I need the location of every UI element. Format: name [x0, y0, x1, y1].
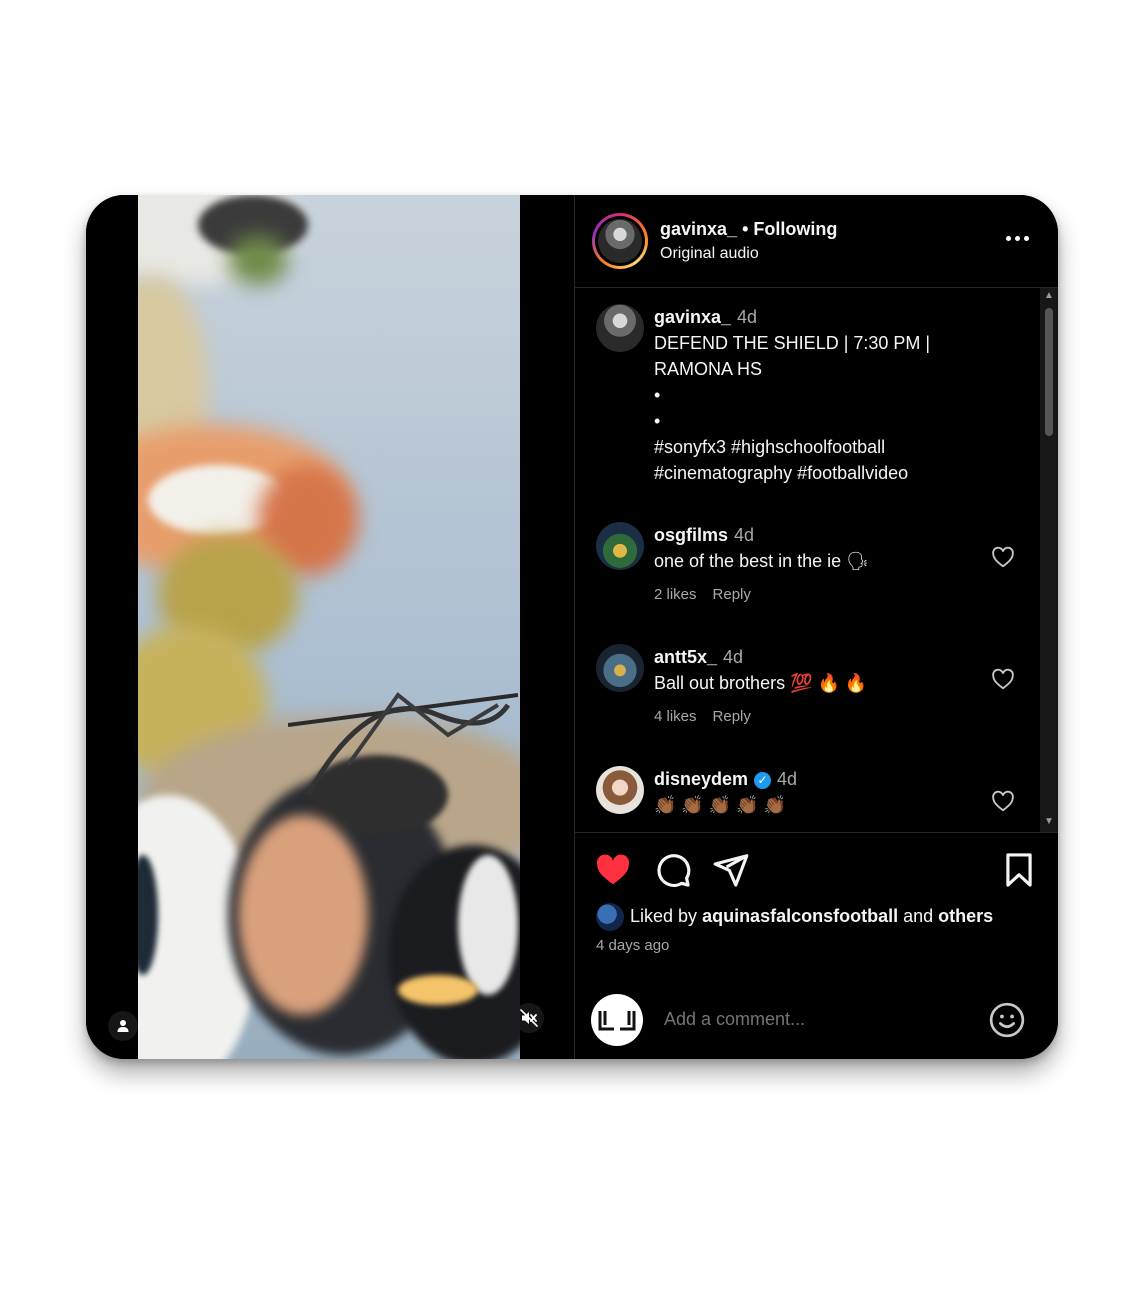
- commenter-avatar[interactable]: [596, 644, 644, 692]
- following-status[interactable]: • Following: [742, 219, 837, 239]
- caption-bullet: •: [654, 411, 661, 431]
- comment-likes[interactable]: 4 likes: [654, 708, 697, 725]
- caption-username[interactable]: gavinxa_: [654, 307, 731, 327]
- comment-text: Ball out brothers 💯 🔥 🔥: [654, 673, 868, 693]
- add-comment-bar: [574, 982, 1058, 1059]
- comment-like-icon[interactable]: [990, 788, 1016, 814]
- comment-time: 4d: [777, 769, 798, 789]
- caption-time: 4d: [737, 307, 758, 327]
- post-timestamp[interactable]: 4 days ago: [596, 937, 669, 954]
- liker-avatar[interactable]: [596, 903, 624, 931]
- commenter-username[interactable]: antt5x_: [654, 647, 717, 667]
- scrollbar-thumb[interactable]: [1045, 308, 1053, 436]
- comment-item: antt5x_ 4d Ball out brothers 💯 🔥 🔥 4 like…: [596, 644, 1026, 744]
- liked-by-others[interactable]: others: [938, 906, 993, 926]
- scroll-down-icon[interactable]: ▼: [1044, 817, 1054, 827]
- author-avatar[interactable]: [598, 219, 642, 263]
- smiley-icon[interactable]: [988, 1001, 1026, 1039]
- reply-button[interactable]: Reply: [713, 708, 751, 725]
- original-audio-link[interactable]: Original audio: [660, 245, 759, 263]
- more-options-button[interactable]: [1006, 231, 1032, 245]
- liked-by: Liked by aquinasfalconsfootball and othe…: [596, 903, 993, 931]
- story-ring[interactable]: [592, 213, 648, 269]
- scroll-up-icon[interactable]: ▲: [1044, 291, 1054, 301]
- comment-like-icon[interactable]: [990, 544, 1016, 570]
- post-details-panel: gavinxa_ • Following Original audio gavi…: [574, 195, 1058, 1059]
- save-bookmark-icon[interactable]: [1000, 851, 1038, 889]
- mute-button[interactable]: [514, 1003, 544, 1033]
- post-header: gavinxa_ • Following Original audio: [574, 195, 1058, 288]
- commenter-avatar[interactable]: [596, 522, 644, 570]
- comment-likes[interactable]: 2 likes: [654, 586, 697, 603]
- reply-button[interactable]: Reply: [713, 586, 751, 603]
- comment-item: disneydem ✓ 4d 👏🏾 👏🏾 👏🏾 👏🏾 👏🏾: [596, 766, 1026, 832]
- more-horizontal-icon: [1006, 235, 1011, 241]
- caption-line: RAMONA HS: [654, 359, 763, 379]
- comment-like-icon[interactable]: [990, 666, 1016, 692]
- comment-text: 👏🏾 👏🏾 👏🏾 👏🏾 👏🏾: [654, 795, 787, 815]
- video-frame[interactable]: [138, 195, 520, 1059]
- caption-hashtags[interactable]: #sonyfx3 #highschoolfootball: [654, 434, 984, 460]
- post-modal: gavinxa_ • Following Original audio gavi…: [86, 195, 1058, 1059]
- user-tag-button[interactable]: [108, 1011, 138, 1041]
- commenter-username[interactable]: disneydem: [654, 769, 748, 789]
- comments-list[interactable]: gavinxa_ 4d DEFEND THE SHIELD | 7:30 PM |…: [574, 288, 1040, 832]
- liked-by-user[interactable]: aquinasfalconsfootball: [702, 906, 898, 926]
- comment-input[interactable]: [662, 1008, 966, 1031]
- comment-text: one of the best in the ie 🗣: [654, 551, 869, 571]
- comments-scrollbar[interactable]: ▲ ▼: [1040, 288, 1058, 832]
- facemask-bars: [288, 692, 518, 797]
- liked-by-prefix: Liked by: [630, 905, 698, 926]
- comment-time: 4d: [734, 525, 755, 545]
- author-username[interactable]: gavinxa_: [660, 219, 737, 239]
- liked-by-and: and: [903, 905, 934, 926]
- video-player[interactable]: [86, 195, 574, 1059]
- caption-bullet: •: [654, 385, 661, 405]
- caption-hashtags[interactable]: #cinematography #footballvideo: [654, 460, 984, 486]
- post-actions: Liked by aquinasfalconsfootball and othe…: [574, 832, 1058, 983]
- current-user-avatar: [591, 994, 643, 1046]
- caption: gavinxa_ 4d DEFEND THE SHIELD | 7:30 PM |…: [596, 304, 1026, 494]
- commenter-username[interactable]: osgfilms: [654, 525, 728, 545]
- share-send-icon[interactable]: [712, 851, 750, 889]
- like-heart-icon[interactable]: [594, 851, 632, 889]
- caption-avatar[interactable]: [596, 304, 644, 352]
- verified-badge-icon: ✓: [754, 771, 772, 789]
- comment-bubble-icon[interactable]: [654, 851, 692, 889]
- comment-time: 4d: [723, 647, 744, 667]
- person-tag-icon: [117, 1020, 129, 1032]
- caption-line: DEFEND THE SHIELD | 7:30 PM |: [654, 333, 931, 353]
- muted-speaker-icon: [520, 1009, 538, 1027]
- user-logo-icon: [598, 1011, 636, 1031]
- comment-item: osgfilms 4d one of the best in the ie 🗣 2…: [596, 522, 1026, 622]
- commenter-avatar[interactable]: [596, 766, 644, 814]
